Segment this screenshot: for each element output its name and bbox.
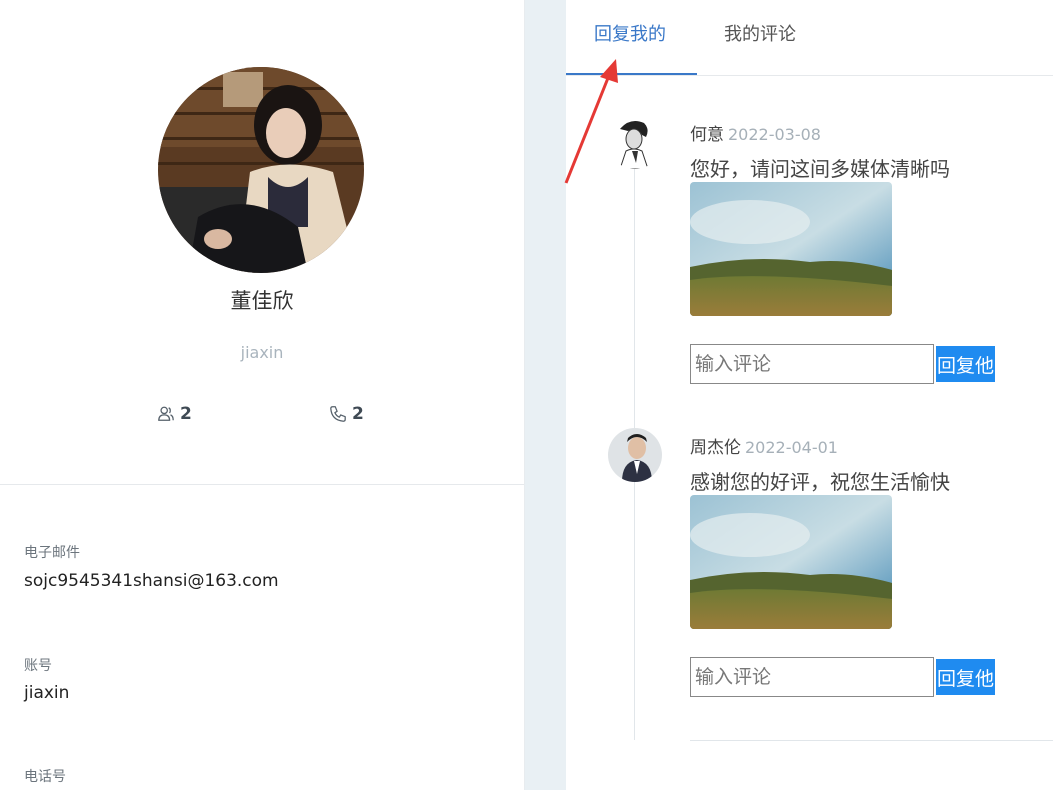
comment-date: 2022-04-01 — [745, 438, 838, 457]
comment-image — [690, 495, 892, 629]
profile-handle: jiaxin — [240, 343, 284, 362]
reply-button[interactable]: 回复他 — [936, 346, 995, 382]
list-divider — [690, 740, 1053, 741]
profile-name: 董佳欣 — [230, 289, 294, 313]
profile-avatar — [158, 67, 364, 273]
email-value: sojc9545341shansi@163.com — [24, 571, 279, 591]
commenter-avatar — [608, 428, 662, 482]
comment-text: 您好，请问这间多媒体清晰吗 — [690, 157, 950, 181]
email-label: 电子邮件 — [24, 545, 80, 561]
comment-input[interactable] — [690, 344, 934, 384]
tab-replies-to-me[interactable]: 回复我的 — [594, 20, 666, 46]
comment-author-name: 何意 — [690, 125, 724, 145]
followers-stat: 2 — [157, 404, 192, 424]
phone-icon — [330, 406, 346, 422]
comment-input[interactable] — [690, 657, 934, 697]
tabs-divider — [566, 75, 1053, 76]
comment-author: 周杰伦 2022-04-01 — [690, 433, 838, 458]
calls-stat: 2 — [329, 404, 364, 424]
profile-divider — [0, 484, 524, 485]
comment-date: 2022-03-08 — [728, 125, 821, 144]
comment-author-name: 周杰伦 — [690, 438, 741, 458]
annotation-arrow-icon — [564, 59, 618, 184]
account-label: 账号 — [24, 658, 52, 674]
comment-image — [690, 182, 892, 316]
users-icon — [158, 406, 174, 421]
comments-panel: 回复我的 我的评论 何意 2022-03-08 您好，请问这间多媒体清晰吗 输入… — [566, 0, 1053, 790]
tab-my-comments[interactable]: 我的评论 — [724, 20, 796, 46]
phone-label: 电话号 — [24, 769, 66, 785]
comment-author: 何意 2022-03-08 — [690, 120, 821, 145]
comment-text: 感谢您的好评，祝您生活愉快 — [690, 470, 950, 494]
account-value: jiaxin — [24, 683, 70, 703]
profile-panel: 董佳欣 jiaxin 2 2 电子邮件 sojc9545341shansi@16… — [0, 0, 525, 790]
reply-button[interactable]: 回复他 — [936, 659, 995, 695]
followers-count: 2 — [180, 404, 192, 424]
calls-count: 2 — [352, 404, 364, 424]
